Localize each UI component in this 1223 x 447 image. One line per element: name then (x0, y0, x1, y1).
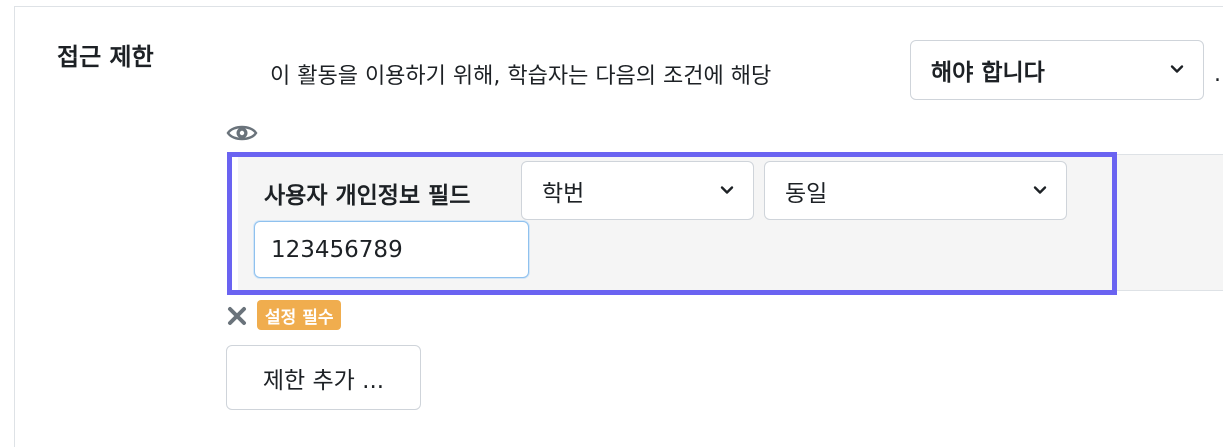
close-icon[interactable] (225, 304, 249, 328)
eye-icon[interactable] (226, 121, 258, 145)
required-badge: 설정 필수 (257, 300, 342, 330)
section-label: 접근 제한 (57, 43, 154, 71)
must-match-select-value: 해야 합니다 (931, 60, 1045, 86)
restriction-condition-text: 이 활동을 이용하기 위해, 학습자는 다음의 조건에 해당 (270, 64, 772, 89)
chevron-down-icon (1170, 65, 1184, 73)
add-restriction-button[interactable]: 제한 추가 ... (226, 345, 421, 410)
restriction-trailing-text: . (1214, 62, 1221, 87)
highlight-frame (227, 152, 1117, 295)
must-match-select[interactable]: 해야 합니다 (910, 40, 1204, 100)
